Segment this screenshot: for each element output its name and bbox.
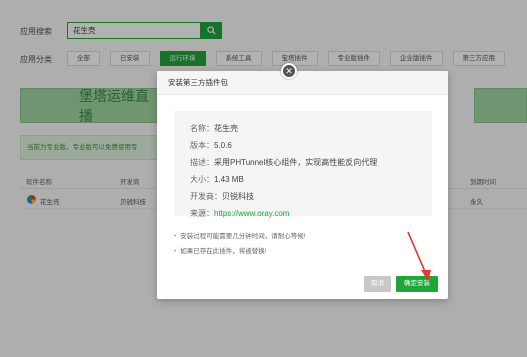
info-source: 来源：https://www.oray.com <box>190 209 290 218</box>
source-link[interactable]: https://www.oray.com <box>214 209 289 218</box>
dialog-title: 安装第三方插件包 <box>157 71 448 95</box>
cancel-button[interactable]: 取消 <box>364 276 391 292</box>
close-icon[interactable]: ✕ <box>281 63 297 79</box>
note-replace: 如果已存在此插件，将被替换! <box>174 245 306 255</box>
info-description: 描述：采用PHTunnel核心组件，实现高性能反向代理 <box>190 158 378 167</box>
info-developer: 开发商：贝锐科技 <box>190 192 254 201</box>
info-size: 大小：1.43 MB <box>190 175 244 184</box>
info-version: 版本：5.0.6 <box>190 141 232 150</box>
plugin-info-box: 名称：花生壳 版本：5.0.6 描述：采用PHTunnel核心组件，实现高性能反… <box>174 111 432 218</box>
red-arrow-annotation <box>407 231 431 281</box>
install-notes: 安装过程可能需要几分钟时间，请耐心等候! 如果已存在此插件，将被替换! <box>174 230 306 260</box>
note-wait: 安装过程可能需要几分钟时间，请耐心等候! <box>174 230 305 240</box>
info-name: 名称：花生壳 <box>190 124 238 133</box>
